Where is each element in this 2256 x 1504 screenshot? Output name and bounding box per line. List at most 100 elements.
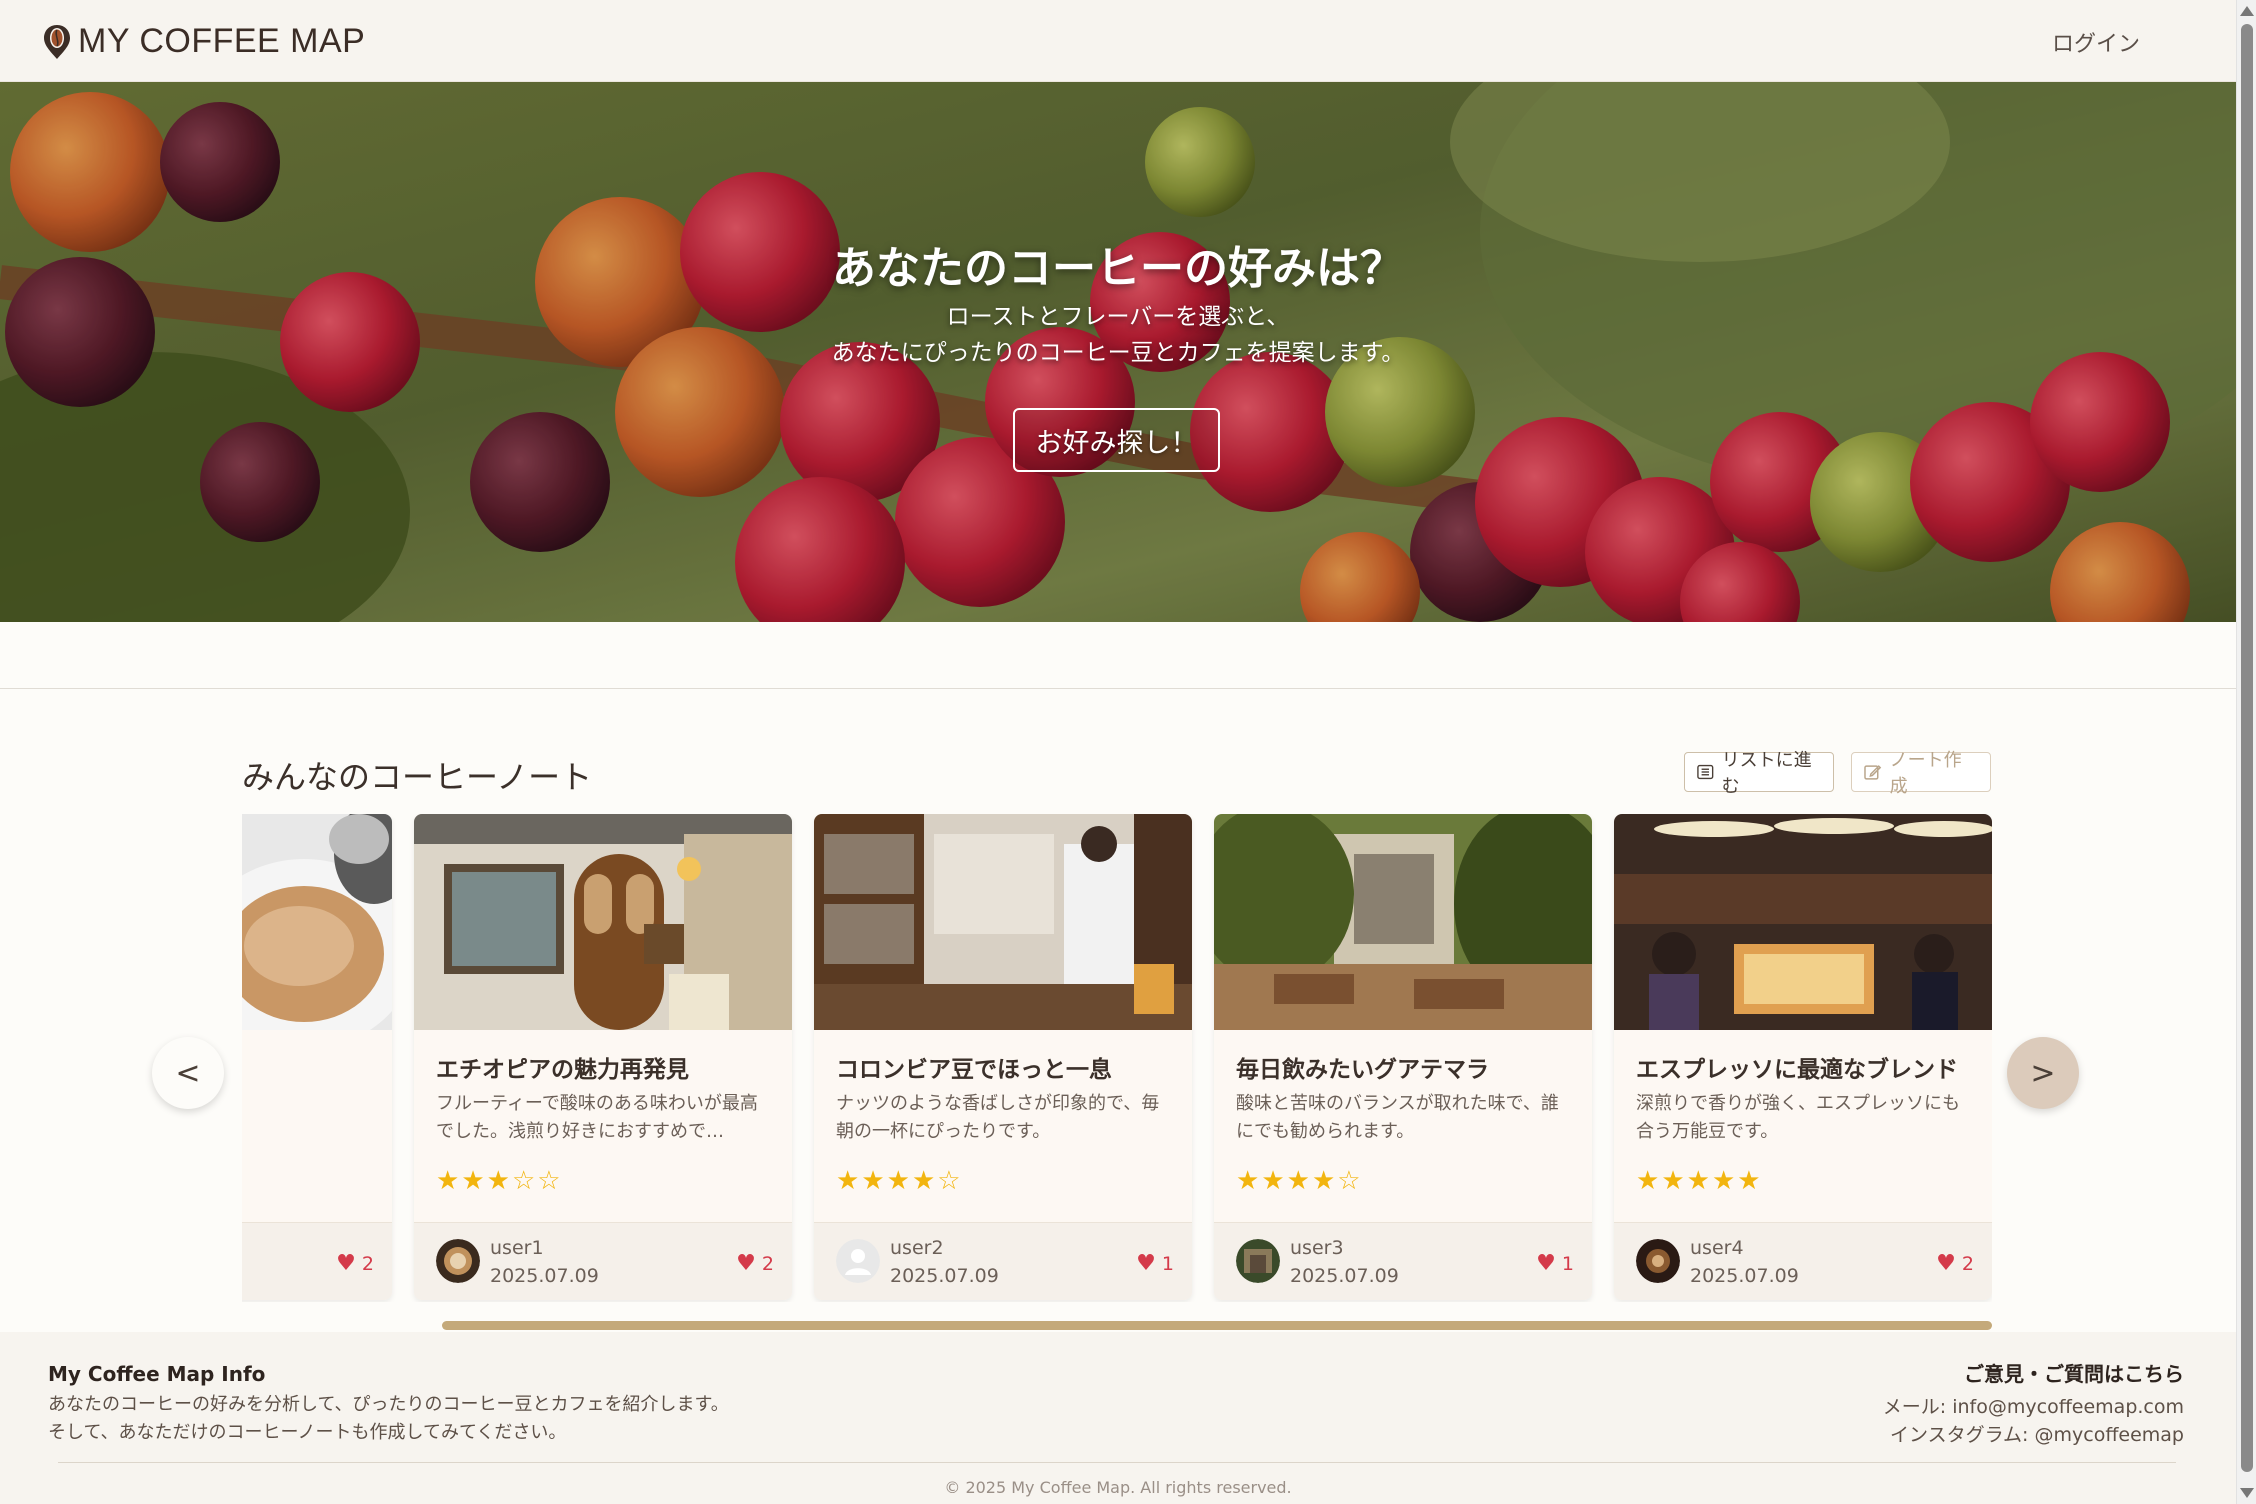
note-card[interactable]: コロンビア豆でほっと一息 ナッツのような香ばしさが印象的で、毎朝の一杯にぴったり…	[814, 814, 1192, 1300]
star-icon: ★	[836, 1166, 862, 1196]
coffee-bean-pin-icon	[44, 24, 70, 59]
card-image-garden-cafe	[1214, 814, 1592, 1030]
card-description: フルーティーで酸味のある味わいが最高でした。浅煎り好きにおすすめで…	[436, 1093, 758, 1142]
hero-content: あなたのコーヒーの好みは？ ローストとフレーバーを選ぶと、 あなたにぴったりのコ…	[0, 82, 2236, 622]
site-header: MY COFFEE MAP ログイン	[0, 0, 2236, 82]
card-image-cafe-kitchen	[814, 814, 1192, 1030]
card-footer: user2 2025.07.09 ♥ 1	[814, 1222, 1192, 1300]
footer-info-line2: そして、あなただけのコーヒーノートも作成してみてください。	[48, 1422, 567, 1443]
notes-carousel: ♥ 2 エチオピアの魅力再発見 フルーティーで酸味のある味わいが最高でした。浅煎…	[242, 814, 1992, 1302]
star-icon: ★	[1236, 1166, 1262, 1196]
card-title: エスプレッソに最適なブレンド	[1636, 1057, 1958, 1083]
user-name[interactable]: user3	[1290, 1237, 1344, 1259]
create-note-button[interactable]: ノート作成	[1851, 750, 1991, 797]
star-icon: ★	[436, 1166, 462, 1196]
hero-title: あなたのコーヒーの好みは？	[832, 243, 1404, 294]
card-description: 深煎りで香りが強く、エスプレッソにも合う万能豆です。	[1636, 1093, 1960, 1142]
card-image-latte	[242, 814, 392, 1030]
like-count: 2	[1961, 1252, 1974, 1275]
star-outline-icon: ☆	[511, 1166, 538, 1196]
carousel-next-button[interactable]: >	[2007, 1037, 2079, 1109]
like-button[interactable]: ♥ 2	[336, 1251, 374, 1276]
star-rating: ★★★★★	[1636, 1166, 1763, 1196]
card-description: ナッツのような香ばしさが印象的で、毎朝の一杯にぴったりです。	[836, 1093, 1160, 1142]
like-count: 2	[361, 1252, 374, 1275]
heart-icon: ♥	[1136, 1251, 1156, 1276]
star-rating: ★★★☆☆	[436, 1166, 563, 1196]
star-rating: ★★★★☆	[1236, 1166, 1363, 1196]
avatar	[1236, 1239, 1280, 1283]
footer-info-line1: あなたのコーヒーの好みを分析して、ぴったりのコーヒー豆とカフェを紹介します。	[48, 1394, 729, 1415]
star-icon: ★	[1686, 1166, 1712, 1196]
star-icon: ★	[1286, 1166, 1312, 1196]
like-count: 2	[761, 1252, 774, 1275]
card-footer: user1 2025.07.09 ♥ 2	[414, 1222, 792, 1300]
avatar	[436, 1239, 480, 1283]
carousel-prev-button[interactable]: <	[152, 1037, 224, 1109]
logo-text: MY COFFEE MAP	[78, 22, 366, 60]
find-preference-button[interactable]: お好み探し！	[1013, 408, 1220, 472]
copyright: © 2025 My Coffee Map. All rights reserve…	[944, 1478, 1292, 1497]
page-scrollbar[interactable]	[2236, 0, 2256, 1504]
card-image-cafe-entrance	[414, 814, 792, 1030]
card-description: 酸味と苦味のバランスが取れた味で、誰にでも勧められます。	[1236, 1093, 1559, 1142]
post-date: 2025.07.09	[890, 1265, 999, 1287]
star-icon: ★	[1261, 1166, 1287, 1196]
star-icon: ★	[1636, 1166, 1662, 1196]
scroll-down-arrow-icon[interactable]	[2240, 1488, 2254, 1498]
card-title: エチオピアの魅力再発見	[436, 1057, 689, 1083]
hero-banner: あなたのコーヒーの好みは？ ローストとフレーバーを選ぶと、 あなたにぴったりのコ…	[0, 82, 2236, 622]
post-date: 2025.07.09	[490, 1265, 599, 1287]
star-icon: ★	[1661, 1166, 1687, 1196]
heart-icon: ♥	[1936, 1251, 1956, 1276]
site-logo[interactable]: MY COFFEE MAP	[42, 22, 365, 61]
login-link[interactable]: ログイン	[2052, 26, 2140, 58]
note-card[interactable]: ♥ 2	[242, 814, 392, 1300]
section-divider	[0, 688, 2236, 689]
like-button[interactable]: ♥ 1	[1136, 1251, 1174, 1276]
avatar-placeholder	[836, 1239, 880, 1283]
user-name[interactable]: user2	[890, 1237, 944, 1259]
star-icon: ★	[861, 1166, 887, 1196]
list-icon	[1697, 764, 1714, 780]
scroll-up-arrow-icon[interactable]	[2240, 6, 2254, 16]
note-card[interactable]: 毎日飲みたいグアテマラ 酸味と苦味のバランスが取れた味で、誰にでも勧められます。…	[1214, 814, 1592, 1300]
go-to-list-label: リストに進む	[1721, 750, 1812, 797]
carousel-scroll-indicator[interactable]	[442, 1321, 1992, 1330]
like-count: 1	[1161, 1252, 1174, 1275]
star-outline-icon: ☆	[937, 1166, 963, 1196]
heart-icon: ♥	[336, 1251, 356, 1276]
star-icon: ★	[486, 1166, 512, 1196]
star-rating: ★★★★☆	[836, 1166, 963, 1196]
post-date: 2025.07.09	[1290, 1265, 1399, 1287]
star-icon: ★	[1311, 1166, 1338, 1196]
hero-subtitle-line2: あなたにぴったりのコーヒー豆とカフェを提案します。	[831, 340, 1405, 366]
card-footer: ♥ 2	[242, 1222, 392, 1300]
footer-email[interactable]: メール: info@mycoffeemap.com	[1883, 1392, 2184, 1419]
go-to-list-button[interactable]: リストに進む	[1684, 750, 1834, 797]
note-card[interactable]: エスプレッソに最適なブレンド 深煎りで香りが強く、エスプレッソにも合う万能豆です…	[1614, 814, 1992, 1300]
user-name[interactable]: user1	[490, 1237, 544, 1259]
like-count: 1	[1561, 1252, 1574, 1275]
footer-instagram[interactable]: インスタグラム: @mycoffeemap	[1890, 1420, 2184, 1447]
card-image-cafe-counter	[1614, 814, 1992, 1030]
site-footer: My Coffee Map Info あなたのコーヒーの好みを分析して、ぴったり…	[0, 1332, 2236, 1504]
footer-contact-title: ご意見・ご質問はこちら	[1964, 1362, 2184, 1386]
card-footer: user3 2025.07.09 ♥ 1	[1214, 1222, 1592, 1300]
heart-icon: ♥	[1536, 1251, 1556, 1276]
post-date: 2025.07.09	[1690, 1265, 1799, 1287]
edit-icon	[1864, 765, 1882, 780]
create-note-label: ノート作成	[1889, 750, 1962, 797]
like-button[interactable]: ♥ 2	[1936, 1251, 1974, 1276]
scrollbar-thumb[interactable]	[2241, 24, 2253, 1472]
star-icon: ★	[461, 1166, 487, 1196]
like-button[interactable]: ♥ 1	[1536, 1251, 1574, 1276]
note-card[interactable]: エチオピアの魅力再発見 フルーティーで酸味のある味わいが最高でした。浅煎り好きに…	[414, 814, 792, 1300]
star-outline-icon: ☆	[537, 1166, 563, 1196]
like-button[interactable]: ♥ 2	[736, 1251, 774, 1276]
heart-icon: ♥	[736, 1251, 756, 1276]
user-name[interactable]: user4	[1690, 1237, 1744, 1259]
star-icon: ★	[1737, 1166, 1763, 1196]
card-title: コロンビア豆でほっと一息	[836, 1057, 1112, 1083]
star-outline-icon: ☆	[1337, 1166, 1363, 1196]
